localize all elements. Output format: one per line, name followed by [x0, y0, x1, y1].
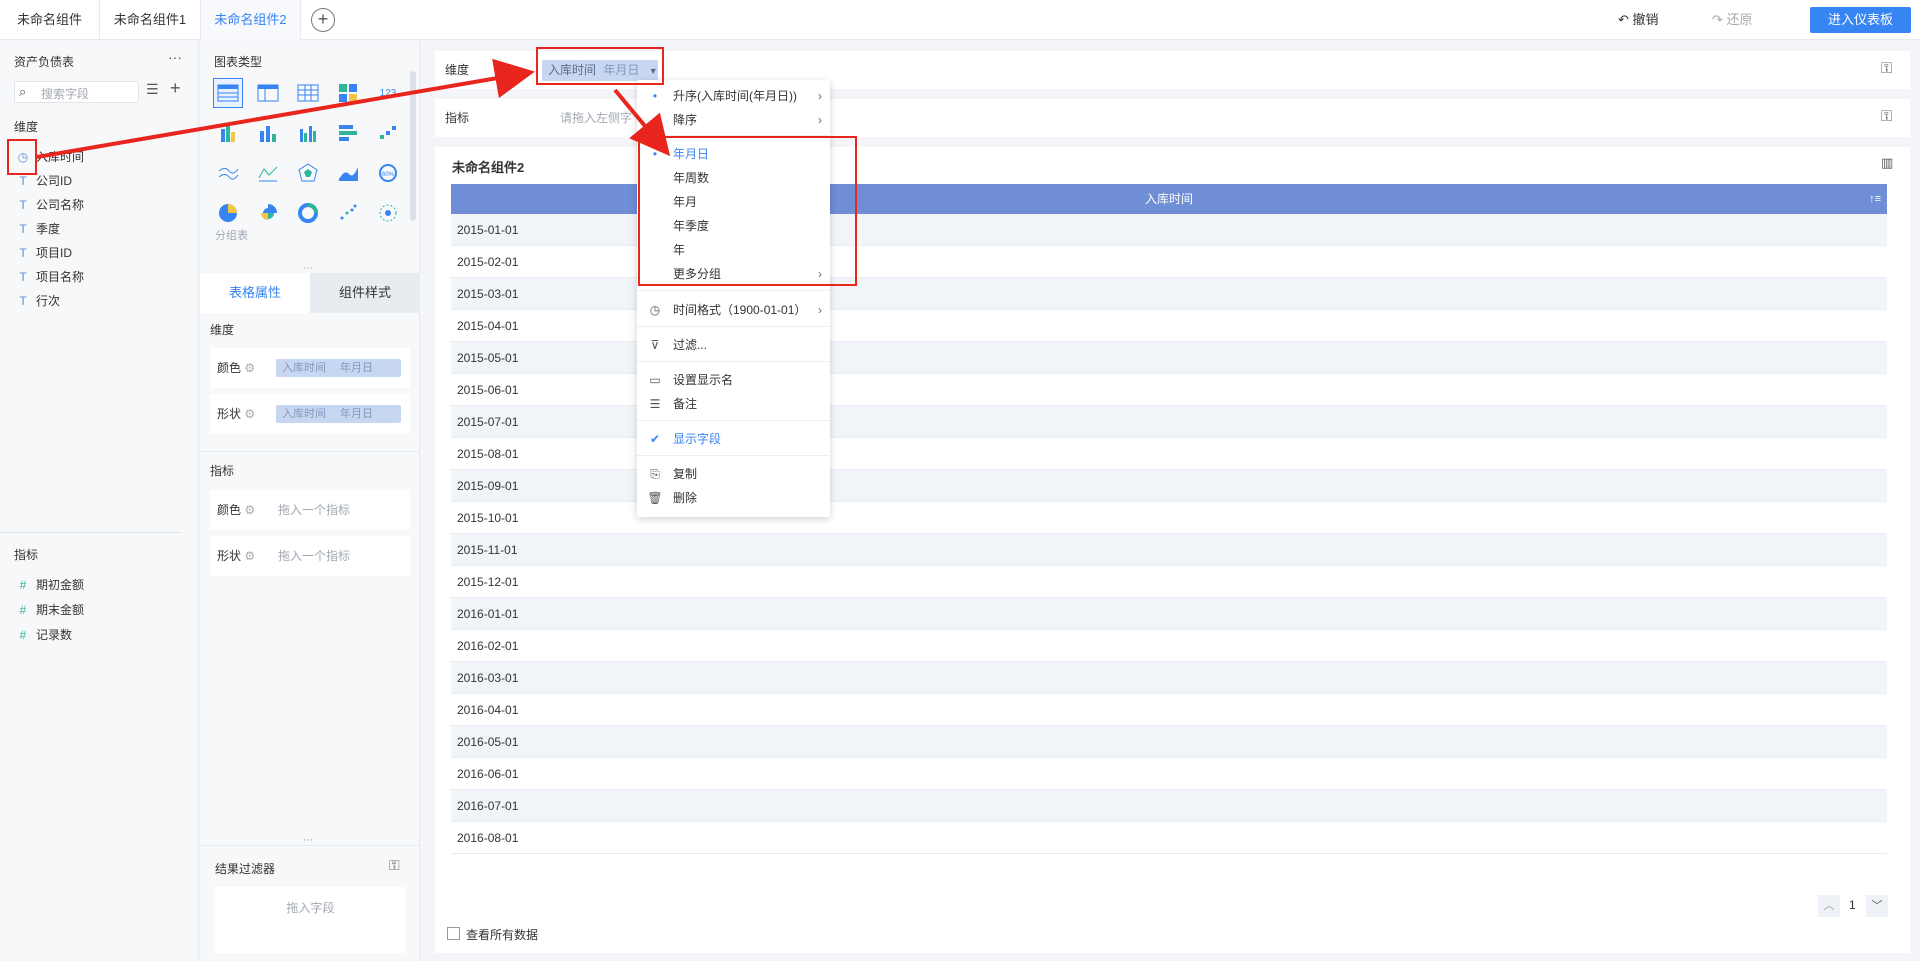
arrow-to-chip	[36, 58, 535, 159]
arrow-to-groups	[613, 88, 671, 157]
annotation-arrows	[36, 58, 671, 159]
